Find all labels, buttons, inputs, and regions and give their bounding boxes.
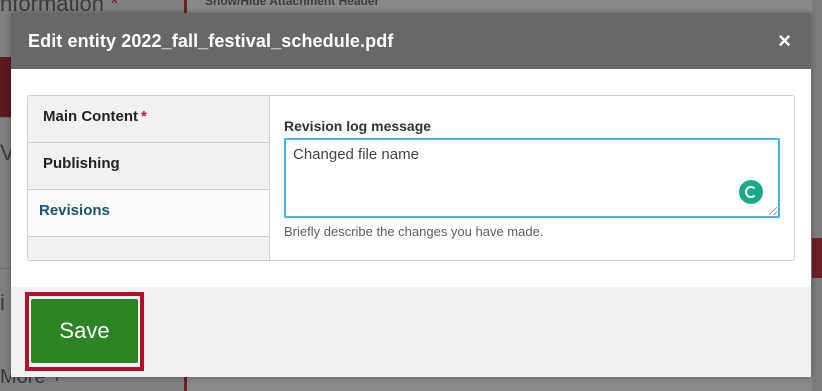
loading-spinner-icon [739,180,763,204]
revision-log-textarea[interactable]: Changed file name [284,138,780,218]
revision-log-label: Revision log message [284,118,432,134]
tab-revisions[interactable]: Revisions [28,190,269,237]
revision-log-description: Briefly describe the changes you have ma… [284,224,544,239]
resize-handle-icon[interactable] [769,207,777,215]
vertical-tabs: Main Content * Publishing Revisions Revis… [27,95,795,261]
tab-label: Revisions [39,202,110,219]
save-button[interactable]: Save [31,299,138,363]
background-attachment-header-text: Show/Hide Attachment Header [205,0,380,8]
tab-main-content[interactable]: Main Content * [28,96,269,143]
dialog-body: Main Content * Publishing Revisions Revis… [11,69,811,287]
close-icon[interactable]: × [778,30,791,52]
tab-publishing[interactable]: Publishing [28,143,269,190]
tab-label: Publishing [43,155,120,172]
background-right-accent [812,238,822,278]
tab-label: Main Content [43,108,138,125]
required-marker: * [141,108,147,125]
revisions-panel: Revision log message Changed file name B… [284,118,780,239]
tab-list: Main Content * Publishing Revisions [28,96,270,260]
background-right-column [812,0,822,391]
background-fragment-text: i [0,290,5,315]
edit-entity-dialog: Edit entity 2022_fall_festival_schedule.… [11,13,811,377]
dialog-header: Edit entity 2022_fall_festival_schedule.… [11,13,811,69]
revision-log-wrapper: Changed file name [284,138,780,218]
dialog-footer: Save [11,287,811,377]
dialog-title: Edit entity 2022_fall_festival_schedule.… [28,30,394,51]
